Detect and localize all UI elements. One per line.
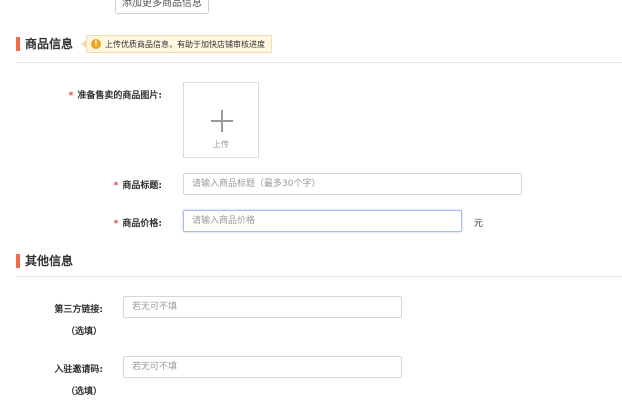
add-more-info-button[interactable]: 添加更多商品信息 <box>115 0 209 14</box>
tip-banner: ! 上传优质商品信息，有助于加快店铺审核进度 <box>86 35 272 53</box>
required-mark: * <box>68 91 74 101</box>
warning-icon: ! <box>91 39 101 49</box>
section-divider <box>16 276 622 277</box>
price-field-label: * 商品价格: <box>113 219 162 229</box>
plus-icon-vertical <box>221 110 223 132</box>
upload-label: 上传 <box>213 140 229 149</box>
required-mark: * <box>113 181 119 191</box>
section-accent-bar <box>16 254 20 268</box>
link-field-label: 第三方链接: <box>54 305 103 315</box>
third-party-link-input[interactable] <box>123 296 402 318</box>
tip-text: 上传优质商品信息，有助于加快店铺审核进度 <box>105 39 265 49</box>
section-accent-bar <box>16 37 20 51</box>
invite-field-label: 入驻邀请码: <box>54 365 103 375</box>
product-section-title: 商品信息 <box>25 37 74 51</box>
title-field-label: * 商品标题: <box>113 181 162 191</box>
other-section-title: 其他信息 <box>25 254 74 268</box>
image-field-label: * 准备售卖的商品图片: <box>68 91 162 101</box>
optional-note: （选填） <box>66 387 103 397</box>
product-price-input[interactable] <box>183 210 462 232</box>
optional-note: （选填） <box>66 327 103 337</box>
image-upload-box[interactable]: 上传 <box>183 82 259 158</box>
product-title-input[interactable] <box>183 173 522 195</box>
section-divider <box>16 62 622 63</box>
invite-code-input[interactable] <box>123 356 402 378</box>
price-unit: 元 <box>474 219 484 229</box>
required-mark: * <box>113 219 119 229</box>
